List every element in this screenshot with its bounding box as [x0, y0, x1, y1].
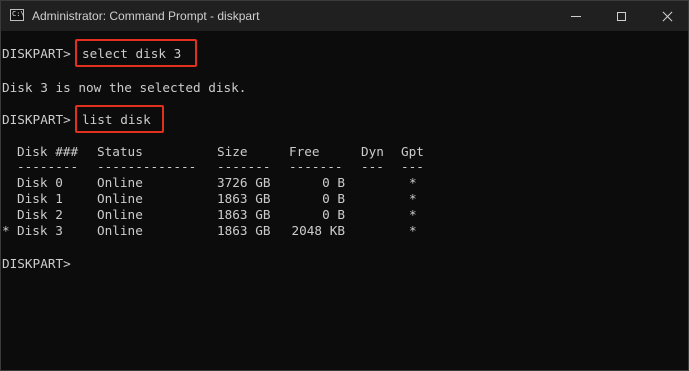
- command-select-disk: select disk 3: [82, 46, 182, 61]
- command-list-disk: list disk: [82, 112, 151, 127]
- disk-gpt: *: [409, 207, 417, 222]
- disk-status: Online: [97, 175, 143, 190]
- disk-size: 3726 GB: [217, 175, 271, 190]
- disk-size: 1863 GB: [217, 207, 271, 222]
- column-header-status: Status: [97, 144, 143, 159]
- separator: -------: [289, 159, 343, 174]
- disk-name: Disk 0: [17, 175, 63, 190]
- disk-status: Online: [97, 223, 143, 238]
- console-output[interactable]: DISKPART> select disk 3 Disk 3 is now th…: [1, 31, 688, 370]
- close-button[interactable]: [644, 1, 688, 31]
- disk-size: 1863 GB: [217, 223, 271, 238]
- selected-marker: *: [2, 223, 10, 238]
- disk-status: Online: [97, 191, 143, 206]
- disk-name: Disk 2: [17, 207, 63, 222]
- maximize-icon: [616, 11, 626, 21]
- disk-free: 0 B: [322, 175, 345, 190]
- minimize-button[interactable]: [553, 1, 599, 31]
- prompt-label: DISKPART>: [2, 46, 71, 61]
- disk-gpt: *: [409, 175, 417, 190]
- disk-size: 1863 GB: [217, 191, 271, 206]
- separator: ---: [361, 159, 384, 174]
- separator: ---: [401, 159, 424, 174]
- close-icon: [662, 11, 673, 22]
- disk-free: 0 B: [322, 191, 345, 206]
- separator: -------: [217, 159, 271, 174]
- column-header-size: Size: [217, 144, 248, 159]
- prompt-label: DISKPART>: [2, 112, 71, 127]
- response-text: Disk 3 is now the selected disk.: [2, 80, 247, 95]
- disk-name: Disk 1: [17, 191, 63, 206]
- cmd-icon: C:\: [10, 9, 25, 21]
- final-prompt: DISKPART>: [2, 256, 71, 271]
- separator: --------: [17, 159, 79, 174]
- separator: -------------: [97, 159, 197, 174]
- window-title: Administrator: Command Prompt - diskpart: [32, 9, 260, 23]
- cmd-icon-glyph: C:\: [12, 10, 25, 18]
- disk-status: Online: [97, 207, 143, 222]
- disk-name: Disk 3: [17, 223, 63, 238]
- disk-free: 0 B: [322, 207, 345, 222]
- column-header-gpt: Gpt: [401, 144, 424, 159]
- column-header-free: Free: [289, 144, 320, 159]
- maximize-button[interactable]: [598, 1, 644, 31]
- disk-gpt: *: [409, 191, 417, 206]
- command-prompt-window: C:\ Administrator: Command Prompt - disk…: [0, 0, 689, 371]
- column-header-disk: Disk ###: [17, 144, 79, 159]
- minimize-icon: [571, 15, 581, 17]
- disk-free: 2048 KB: [291, 223, 345, 238]
- disk-gpt: *: [409, 223, 417, 238]
- title-bar[interactable]: C:\ Administrator: Command Prompt - disk…: [1, 1, 688, 31]
- column-header-dyn: Dyn: [361, 144, 384, 159]
